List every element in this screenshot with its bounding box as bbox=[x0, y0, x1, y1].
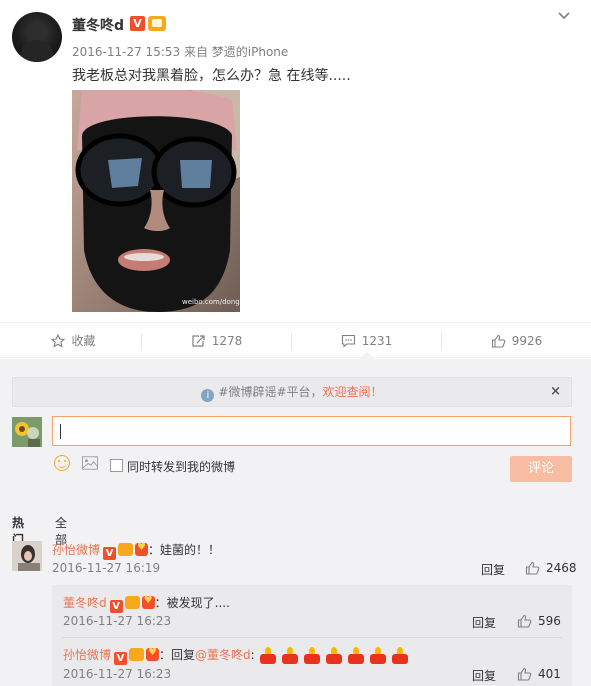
reply-time: 2016-11-27 16:23 bbox=[63, 614, 172, 628]
post-meta: 2016-11-27 15:53 来自 梦遗的iPhone bbox=[72, 45, 289, 59]
reply-like-count: 596 bbox=[538, 614, 561, 628]
post-action-bar: 收藏 1278 1231 9926 bbox=[0, 324, 591, 359]
comment-like-button[interactable]: 2468 bbox=[525, 561, 577, 575]
fan-badge-icon bbox=[146, 647, 160, 661]
candle-emoji-icon bbox=[347, 646, 365, 664]
commenter-avatar[interactable] bbox=[12, 541, 42, 571]
weibo-post: 董冬咚d V 2016-11-27 15:53 来自 梦遗的iPhone 我老板… bbox=[0, 0, 591, 323]
repost-count: 1278 bbox=[211, 334, 243, 348]
emoji-icon[interactable] bbox=[54, 455, 70, 471]
action-divider bbox=[291, 333, 292, 350]
reply-button[interactable]: 回复 bbox=[472, 614, 496, 631]
replier-name[interactable]: 董冬咚d bbox=[63, 596, 107, 610]
forward-checkbox[interactable] bbox=[110, 459, 123, 472]
reply-colon: : bbox=[250, 648, 255, 662]
vip-badge-icon bbox=[124, 596, 140, 609]
candle-emoji-group bbox=[259, 646, 413, 664]
verified-badge-icon: V bbox=[103, 547, 117, 560]
comment-icon bbox=[341, 334, 355, 348]
fan-badge-icon bbox=[135, 542, 149, 556]
like-count: 9926 bbox=[511, 334, 543, 348]
reply-button[interactable]: 回复 bbox=[481, 561, 505, 578]
thumb-up-icon bbox=[525, 561, 540, 575]
reply-text: 孙怡微博V ：回复@董冬咚d: bbox=[63, 646, 413, 665]
vip-badge-icon bbox=[118, 543, 134, 556]
candle-emoji-icon bbox=[391, 646, 409, 664]
comment-count: 1231 bbox=[361, 334, 393, 348]
thumb-up-icon bbox=[491, 334, 506, 348]
vip-badge-icon[interactable] bbox=[148, 16, 166, 31]
text-caret bbox=[60, 424, 61, 439]
candle-emoji-icon bbox=[281, 646, 299, 664]
candle-emoji-icon bbox=[325, 646, 343, 664]
action-divider bbox=[441, 333, 442, 350]
action-divider bbox=[141, 333, 142, 350]
reply-text: 董冬咚dV ：被发现了.... bbox=[63, 594, 230, 613]
verified-badge-icon: V bbox=[109, 600, 123, 613]
candle-emoji-icon bbox=[303, 646, 321, 664]
fan-badge-icon bbox=[141, 595, 155, 609]
comment-body: ：娃菌的！！ bbox=[148, 543, 221, 557]
favorite-label: 收藏 bbox=[71, 334, 96, 348]
reply-button[interactable]: 回复 bbox=[472, 667, 496, 684]
reply-time: 2016-11-27 16:23 bbox=[63, 667, 172, 681]
reply-list: 董冬咚dV：被发现了.... 2016-11-27 16:23 回复 596 孙… bbox=[52, 585, 572, 686]
comment-button[interactable]: 1231 bbox=[293, 324, 440, 359]
vip-badge-icon bbox=[129, 648, 145, 661]
reply-like-count: 401 bbox=[538, 667, 561, 681]
notice-link[interactable]: 欢迎查阅！ bbox=[323, 385, 383, 399]
author-avatar[interactable] bbox=[12, 12, 62, 62]
forward-label: 同时转发到我的微博 bbox=[127, 460, 236, 474]
reply-body: ：回复 bbox=[159, 648, 196, 662]
notice-text: #微博辟谣#平台， bbox=[218, 385, 323, 399]
post-image[interactable]: weibo.com/dongdongdong bbox=[72, 90, 240, 312]
thumb-up-icon bbox=[517, 667, 532, 681]
verified-badge-icon[interactable]: V bbox=[130, 16, 145, 31]
image-icon[interactable] bbox=[82, 456, 98, 470]
like-button[interactable]: 9926 bbox=[443, 324, 590, 358]
repost-button[interactable]: 1278 bbox=[143, 324, 290, 358]
post-text: 我老板总对我黑着脸，怎么办？急 在线等..... bbox=[72, 68, 351, 84]
comment-time: 2016-11-27 16:19 bbox=[52, 561, 161, 575]
image-watermark: weibo.com/dongdongdong bbox=[182, 298, 240, 306]
chevron-down-icon[interactable] bbox=[556, 8, 572, 24]
info-icon: i bbox=[201, 389, 215, 402]
verified-badge-icon: V bbox=[114, 652, 128, 665]
reply-body: ：被发现了.... bbox=[154, 596, 230, 610]
rumor-notice: i #微博辟谣#平台，欢迎查阅！ × bbox=[12, 377, 572, 407]
reply-like-button[interactable]: 596 bbox=[517, 614, 561, 628]
star-icon bbox=[51, 334, 66, 348]
comment-like-count: 2468 bbox=[546, 561, 577, 575]
candle-emoji-icon bbox=[369, 646, 387, 664]
reply-like-button[interactable]: 401 bbox=[517, 667, 561, 681]
comment-text: 孙怡微博V ：娃菌的！！ bbox=[52, 541, 220, 560]
my-avatar[interactable] bbox=[12, 417, 42, 447]
comment-input[interactable] bbox=[52, 416, 571, 446]
repost-icon bbox=[192, 335, 205, 347]
favorite-button[interactable]: 收藏 bbox=[0, 324, 147, 358]
submit-comment-button[interactable]: 评论 bbox=[510, 456, 572, 482]
reply-divider bbox=[62, 637, 562, 638]
comment-section: i #微博辟谣#平台，欢迎查阅！ × 同时转发到我的微博 评论 热门 全部 孙怡微… bbox=[0, 359, 591, 686]
commenter-name[interactable]: 孙怡微博 bbox=[52, 543, 100, 557]
replier-name[interactable]: 孙怡微博 bbox=[63, 648, 111, 662]
author-name[interactable]: 董冬咚d bbox=[72, 15, 124, 35]
close-icon[interactable]: × bbox=[550, 378, 561, 406]
mention-link[interactable]: @董冬咚d bbox=[195, 648, 251, 662]
candle-emoji-icon bbox=[259, 646, 277, 664]
thumb-up-icon bbox=[517, 614, 532, 628]
